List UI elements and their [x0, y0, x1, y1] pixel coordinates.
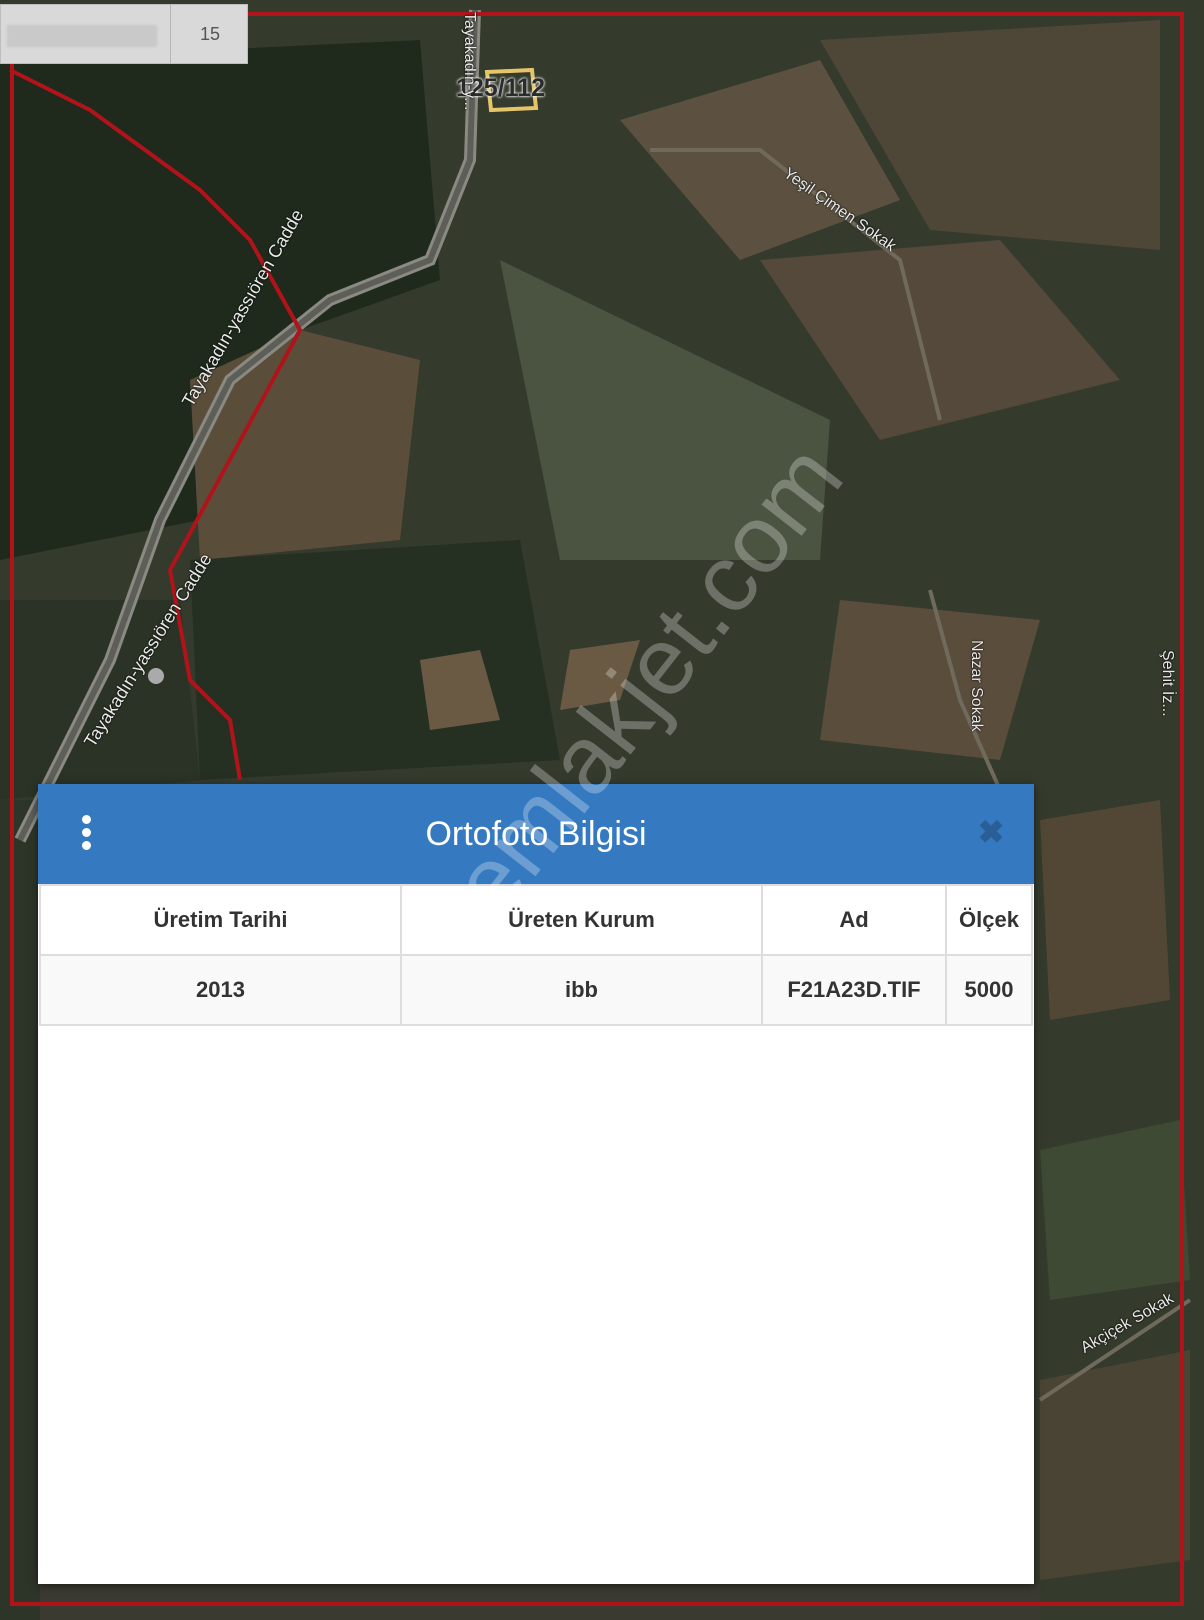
road-label: Tayakadın-y... [461, 12, 478, 111]
ortofoto-info-panel: Ortofoto Bilgisi ✖ Üretim Tarihi Üreten … [38, 784, 1034, 1584]
ortofoto-table: Üretim Tarihi Üreten Kurum Ad Ölçek 2013… [39, 884, 1033, 1026]
table-row: 2013 ibb F21A23D.TIF 5000 [39, 954, 1033, 1026]
table-cell: 5000 [945, 954, 1033, 1026]
top-control-value: 15 [199, 24, 221, 44]
column-header: Ölçek [945, 884, 1033, 956]
panel-title: Ortofoto Bilgisi [425, 815, 647, 853]
top-control[interactable]: 15 [0, 4, 248, 64]
blurred-text [7, 25, 157, 47]
table-cell: F21A23D.TIF [761, 954, 947, 1026]
table-header-row: Üretim Tarihi Üreten Kurum Ad Ölçek [39, 884, 1033, 956]
table-cell: 2013 [39, 954, 402, 1026]
road-label: Nazar Sokak [968, 640, 985, 732]
column-header: Üretim Tarihi [39, 884, 402, 956]
column-header: Üreten Kurum [400, 884, 763, 956]
column-header: Ad [761, 884, 947, 956]
road-label: Şehit İz... [1159, 650, 1176, 717]
close-icon[interactable]: ✖ [976, 812, 1006, 852]
panel-header: Ortofoto Bilgisi ✖ [38, 784, 1034, 884]
table-cell: ibb [400, 954, 763, 1026]
